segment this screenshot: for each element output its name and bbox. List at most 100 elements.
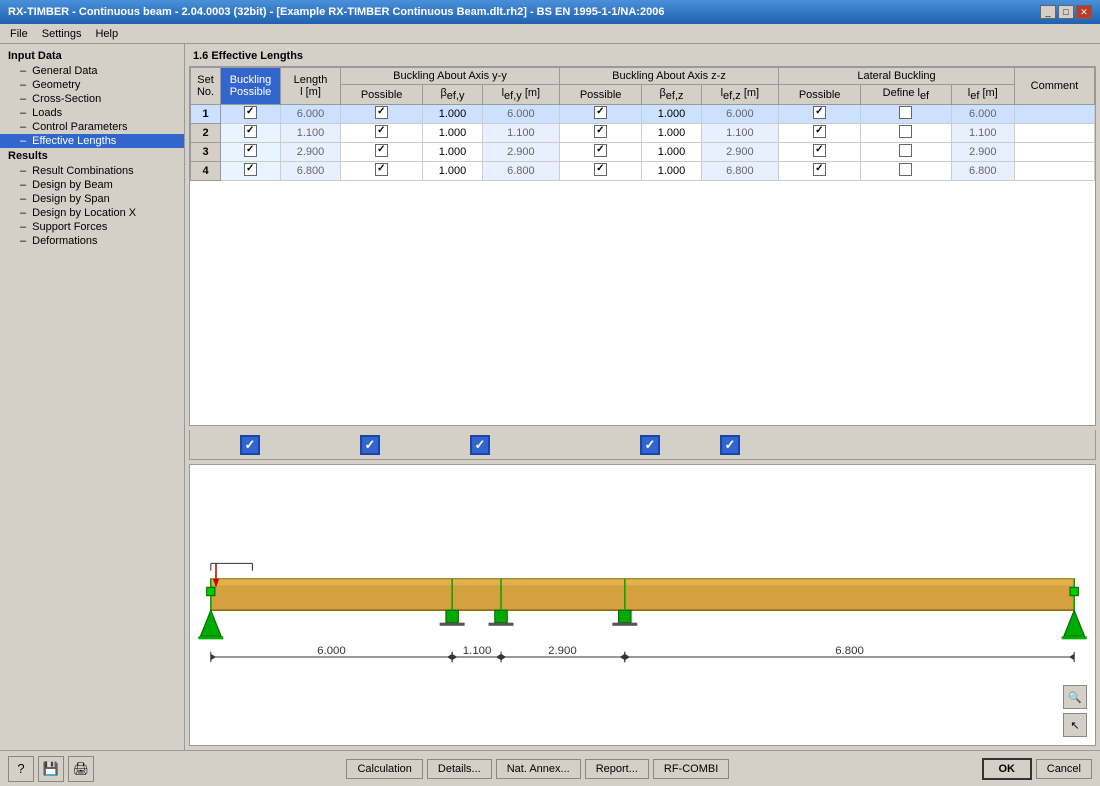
define-ief-cell[interactable] (861, 105, 951, 124)
comment-cell[interactable] (1015, 124, 1095, 143)
col-a-header: BucklingPossible (221, 68, 281, 105)
save-icon-button[interactable]: 💾 (38, 756, 64, 782)
menu-file[interactable]: File (4, 27, 34, 41)
sidebar-item-deformations[interactable]: Deformations (0, 234, 184, 248)
footer-check-c[interactable]: ✓ (360, 435, 380, 455)
sidebar-item-support-forces[interactable]: Support Forces (0, 220, 184, 234)
possible-y-cell[interactable] (341, 162, 423, 181)
zoom-icon-button[interactable]: 🔍 (1063, 685, 1087, 709)
checkbox[interactable] (813, 106, 826, 119)
diagram-icons: 🔍 ↖ (1063, 685, 1087, 737)
length-cell: 6.000 (281, 105, 341, 124)
buckling-possible-cell[interactable] (221, 124, 281, 143)
checkbox[interactable] (244, 106, 257, 119)
checkbox[interactable] (813, 144, 826, 157)
possible-y-cell[interactable] (341, 105, 423, 124)
footer-cb-col-e: ✓ (450, 435, 510, 455)
checkbox[interactable] (375, 106, 388, 119)
ok-button[interactable]: OK (982, 758, 1032, 780)
maximize-button[interactable]: □ (1058, 5, 1074, 19)
define-ief-cell[interactable] (861, 143, 951, 162)
checkbox[interactable] (244, 144, 257, 157)
possible-lat-cell[interactable] (779, 162, 861, 181)
lef-y-cell: 2.900 (482, 143, 559, 162)
rf-combi-button[interactable]: RF-COMBI (653, 759, 729, 779)
sidebar-item-design-by-span[interactable]: Design by Span (0, 192, 184, 206)
buckling-possible-cell[interactable] (221, 105, 281, 124)
calculation-button[interactable]: Calculation (346, 759, 422, 779)
cancel-button[interactable]: Cancel (1036, 759, 1092, 779)
checkbox[interactable] (375, 144, 388, 157)
sidebar-item-design-by-beam[interactable]: Design by Beam (0, 178, 184, 192)
comment-cell[interactable] (1015, 143, 1095, 162)
checkbox[interactable] (899, 163, 912, 176)
comment-cell[interactable] (1015, 105, 1095, 124)
possible-lat-cell[interactable] (779, 143, 861, 162)
checkbox[interactable] (375, 163, 388, 176)
menu-settings[interactable]: Settings (36, 27, 88, 41)
possible-lat-cell[interactable] (779, 105, 861, 124)
sidebar-item-geometry[interactable]: Geometry (0, 78, 184, 92)
buckling-possible-cell[interactable] (221, 162, 281, 181)
possible-z-cell[interactable] (560, 143, 642, 162)
comment-cell[interactable] (1015, 162, 1095, 181)
checkbox[interactable] (813, 163, 826, 176)
lef-lat-cell: 2.900 (951, 143, 1014, 162)
svg-text:2.900: 2.900 (548, 645, 577, 657)
checkbox[interactable] (244, 163, 257, 176)
report-button[interactable]: Report... (585, 759, 649, 779)
checkbox[interactable] (594, 163, 607, 176)
possible-y-cell[interactable] (341, 124, 423, 143)
define-ief-cell[interactable] (861, 162, 951, 181)
possible-lat-cell[interactable] (779, 124, 861, 143)
possible-y-cell[interactable] (341, 143, 423, 162)
checkbox[interactable] (899, 106, 912, 119)
define-ief-cell[interactable] (861, 124, 951, 143)
possible-z-cell[interactable] (560, 162, 642, 181)
sidebar-item-design-by-location-x[interactable]: Design by Location X (0, 206, 184, 220)
details-button[interactable]: Details... (427, 759, 492, 779)
footer-check-i[interactable]: ✓ (720, 435, 740, 455)
nat-annex-button[interactable]: Nat. Annex... (496, 759, 581, 779)
set-number-cell: 1 (191, 105, 221, 124)
buckling-possible-cell[interactable] (221, 143, 281, 162)
svg-text:1.100: 1.100 (463, 645, 492, 657)
table-row[interactable]: 21.1001.0001.1001.0001.1001.100 (191, 124, 1095, 143)
beta-ef-y-cell: 1.000 (423, 143, 482, 162)
possible-lat-header: Possible (779, 85, 861, 105)
sidebar-item-effective-lengths[interactable]: Effective Lengths (0, 134, 184, 148)
beta-ef-z-cell: 1.000 (642, 162, 701, 181)
help-icon-button[interactable]: ? (8, 756, 34, 782)
table-row[interactable]: 32.9001.0002.9001.0002.9002.900 (191, 143, 1095, 162)
cursor-icon-button[interactable]: ↖ (1063, 713, 1087, 737)
comment-header: Comment (1015, 68, 1095, 105)
checkbox[interactable] (813, 125, 826, 138)
checkbox[interactable] (244, 125, 257, 138)
checkbox[interactable] (594, 106, 607, 119)
print-icon-button[interactable]: 🖨 (68, 756, 94, 782)
menu-help[interactable]: Help (89, 27, 124, 41)
checkbox[interactable] (594, 144, 607, 157)
possible-z-cell[interactable] (560, 105, 642, 124)
sidebar-item-general-data[interactable]: General Data (0, 64, 184, 78)
table-row[interactable]: 16.0001.0006.0001.0006.0006.000 (191, 105, 1095, 124)
footer-check-e[interactable]: ✓ (470, 435, 490, 455)
lef-y-cell: 6.800 (482, 162, 559, 181)
footer-check-a[interactable]: ✓ (240, 435, 260, 455)
table-row[interactable]: 46.8001.0006.8001.0006.8006.800 (191, 162, 1095, 181)
sidebar: Input Data General Data Geometry Cross-S… (0, 44, 185, 750)
sidebar-item-result-combinations[interactable]: Result Combinations (0, 164, 184, 178)
footer-check-h[interactable]: ✓ (640, 435, 660, 455)
checkbox[interactable] (899, 125, 912, 138)
minimize-button[interactable]: _ (1040, 5, 1056, 19)
checkbox[interactable] (594, 125, 607, 138)
checkbox[interactable] (899, 144, 912, 157)
checkbox[interactable] (375, 125, 388, 138)
sidebar-item-loads[interactable]: Loads (0, 106, 184, 120)
sidebar-item-cross-section[interactable]: Cross-Section (0, 92, 184, 106)
menu-bar: File Settings Help (0, 24, 1100, 44)
close-button[interactable]: ✕ (1076, 5, 1092, 19)
possible-z-cell[interactable] (560, 124, 642, 143)
beta-ef-y-cell: 1.000 (423, 124, 482, 143)
sidebar-item-control-parameters[interactable]: Control Parameters (0, 120, 184, 134)
